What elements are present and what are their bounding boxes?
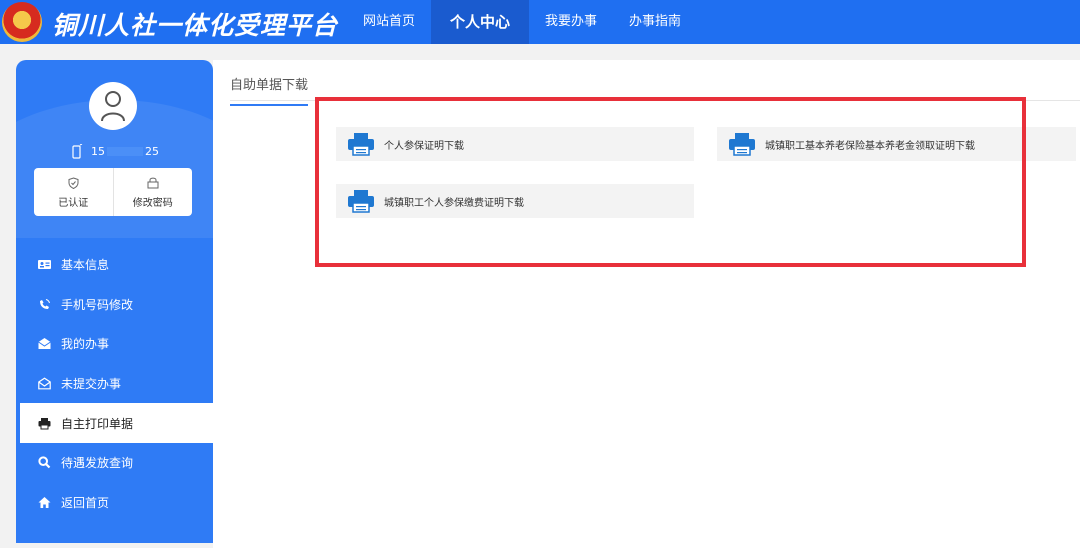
change-password-button[interactable]: 修改密码 <box>112 168 193 216</box>
nav-home[interactable]: 网站首页 <box>347 0 431 44</box>
tab-self-service-download[interactable]: 自助单据下载 <box>230 74 309 106</box>
account-actions: 已认证 修改密码 <box>34 168 192 216</box>
user-icon <box>101 91 125 122</box>
change-password-label: 修改密码 <box>132 198 173 209</box>
profile-panel: 15 25 已认证 修改密码 <box>16 60 213 238</box>
sidebar-item-label: 自主打印单据 <box>61 416 134 431</box>
search-icon <box>38 456 51 469</box>
phone-mask <box>107 147 143 156</box>
sidebar-item-home[interactable]: 返回首页 <box>16 483 213 523</box>
main-nav: 网站首页 个人中心 我要办事 办事指南 <box>347 0 697 44</box>
envelope-open-icon <box>38 338 51 350</box>
sidebar-item-unsubmitted[interactable]: 未提交办事 <box>16 364 213 404</box>
sidebar-item-change-phone[interactable]: 手机号码修改 <box>16 285 213 325</box>
avatar[interactable] <box>89 82 137 130</box>
phone-suffix: 25 <box>145 145 159 158</box>
sidebar-item-label: 基本信息 <box>61 258 110 273</box>
sidebar-item-label: 我的办事 <box>61 337 110 352</box>
verified-label: 已认证 <box>58 198 89 209</box>
envelope-outline-icon <box>38 377 51 390</box>
sidebar-item-label: 返回首页 <box>61 495 110 510</box>
id-card-icon <box>38 260 51 270</box>
nav-personal-center[interactable]: 个人中心 <box>431 0 530 44</box>
home-icon <box>38 496 51 508</box>
sidebar-item-basic-info[interactable]: 基本信息 <box>16 245 213 285</box>
printer-icon <box>38 417 51 430</box>
lock-icon <box>147 177 159 189</box>
phone-number: 15 25 <box>72 144 159 159</box>
verified-status[interactable]: 已认证 <box>34 168 113 216</box>
top-bar: 铜川人社一体化受理平台 网站首页 个人中心 我要办事 办事指南 <box>0 0 1080 44</box>
sidebar-item-label: 手机号码修改 <box>61 297 134 312</box>
shield-check-icon <box>68 177 79 189</box>
mobile-phone-icon <box>72 144 83 159</box>
sidebar-item-label: 未提交办事 <box>61 377 122 392</box>
nav-services[interactable]: 我要办事 <box>529 0 613 44</box>
national-emblem-logo <box>2 2 42 42</box>
sidebar-menu: 基本信息 手机号码修改 我的办事 未提交办事 自主打印单据 待遇发放查询 返回首… <box>16 238 213 543</box>
phone-prefix: 15 <box>91 145 105 158</box>
site-title: 铜川人社一体化受理平台 <box>52 11 339 40</box>
sidebar-item-benefit-query[interactable]: 待遇发放查询 <box>16 443 213 483</box>
highlight-annotation-box <box>315 97 1026 267</box>
nav-guide[interactable]: 办事指南 <box>613 0 697 44</box>
sidebar-item-my-services[interactable]: 我的办事 <box>16 324 213 364</box>
sidebar-item-self-print[interactable]: 自主打印单据 <box>20 403 213 443</box>
phone-signal-icon <box>40 298 50 309</box>
sidebar-item-label: 待遇发放查询 <box>61 456 134 471</box>
